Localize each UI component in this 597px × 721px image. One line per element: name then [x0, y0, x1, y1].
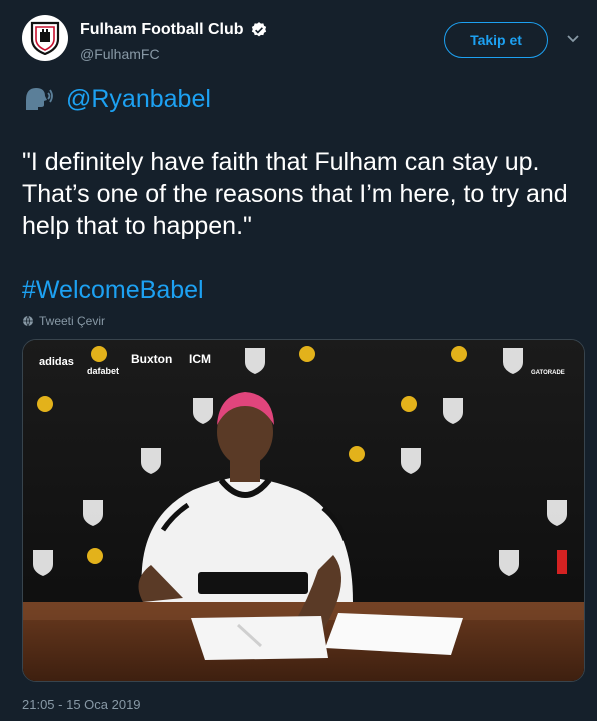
- sponsor-logo-dafabet: dafabet: [87, 366, 120, 376]
- account-handle[interactable]: @FulhamFC: [80, 46, 160, 62]
- mention-link[interactable]: @Ryanbabel: [66, 85, 211, 114]
- hashtag-link[interactable]: #WelcomeBabel: [22, 276, 204, 305]
- account-name[interactable]: Fulham Football Club: [80, 21, 244, 39]
- account-name-row: Fulham Football Club: [80, 21, 268, 39]
- sponsor-logo-icm: ICM: [189, 352, 211, 366]
- sponsor-logo-buxton: Buxton: [131, 352, 173, 366]
- chevron-down-icon[interactable]: [566, 34, 580, 44]
- tweet-timestamp[interactable]: 21:05 - 15 Oca 2019: [22, 697, 141, 712]
- translate-label: Tweeti Çevir: [39, 314, 106, 328]
- globe-icon: [23, 315, 33, 327]
- sponsor-logo-adidas: adidas: [39, 356, 74, 368]
- sponsor-logo-gatorade: GATORADE: [531, 370, 565, 376]
- verified-badge-icon: [251, 22, 266, 37]
- media-photo[interactable]: adidas dafabet Buxton ICM GATORADE: [22, 339, 585, 682]
- translate-tweet-link[interactable]: Tweeti Çevir: [22, 314, 105, 328]
- speaking-head-emoji: [26, 88, 53, 110]
- account-avatar[interactable]: [22, 15, 68, 61]
- tweet-text: "I definitely have faith that Fulham can…: [22, 148, 568, 240]
- follow-button[interactable]: Takip et: [444, 22, 548, 58]
- mention-row: @Ryanbabel: [22, 84, 211, 114]
- fulham-crest-icon: [30, 21, 60, 55]
- signing-photo: [23, 340, 584, 681]
